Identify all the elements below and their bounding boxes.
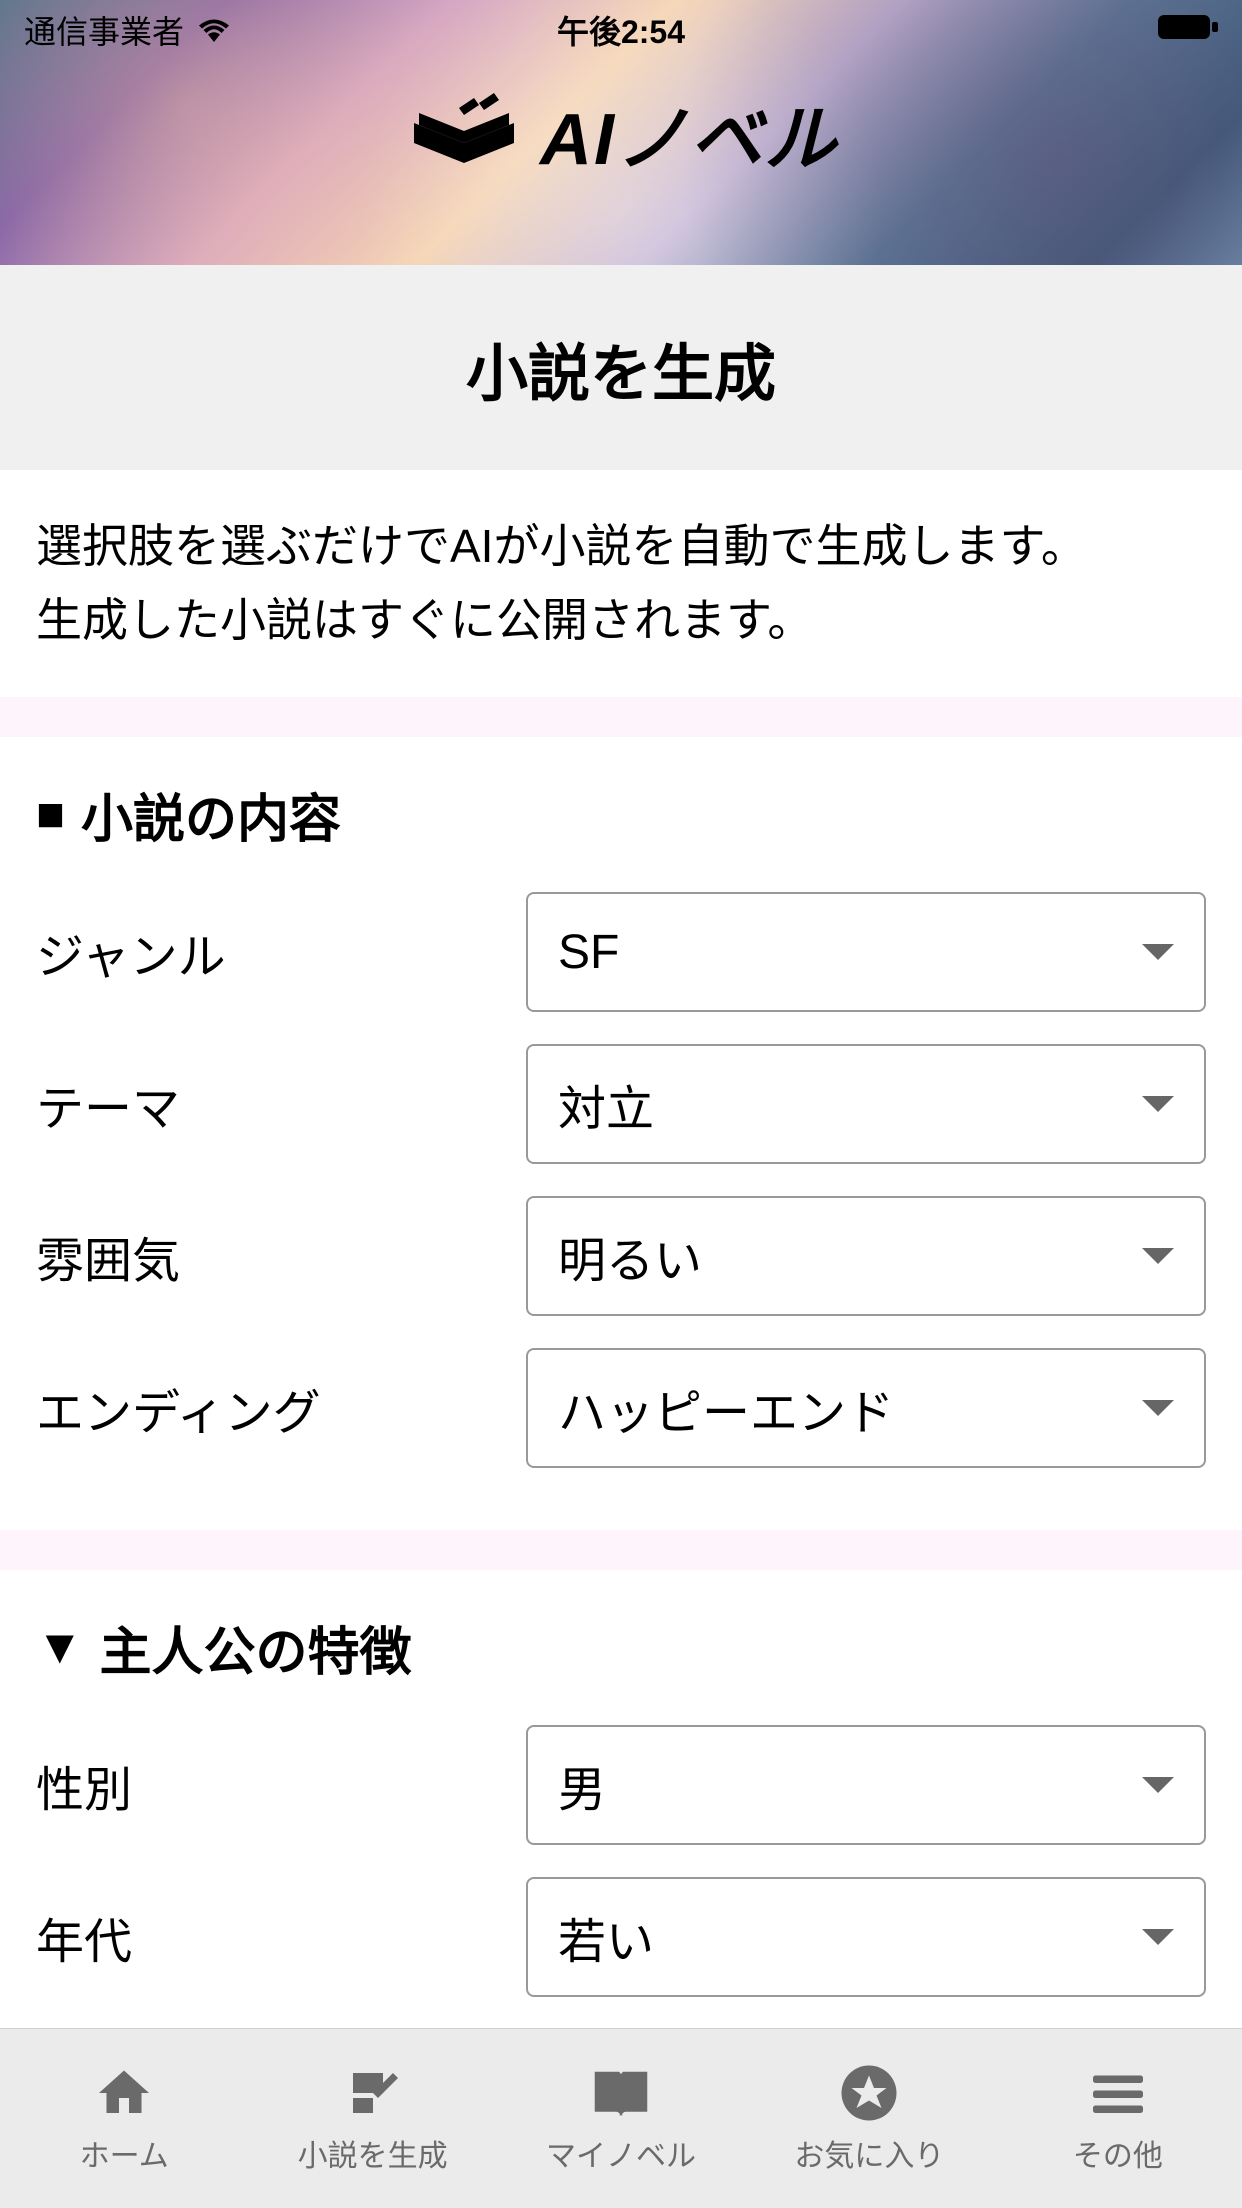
form-row-ending: エンディング ハッピーエンド [36, 1348, 1206, 1468]
nav-other[interactable]: その他 [994, 2063, 1242, 2175]
wifi-icon [196, 16, 232, 44]
page-title: 小説を生成 [0, 265, 1242, 470]
pen-book-icon [343, 2063, 403, 2123]
select-age[interactable]: 若い [526, 1877, 1206, 1997]
select-ending[interactable]: ハッピーエンド [526, 1348, 1206, 1468]
battery-icon [1158, 13, 1218, 41]
square-marker-icon: ■ [36, 787, 65, 842]
status-bar: 通信事業者 午後2:54 [0, 0, 1242, 60]
label-ending: エンディング [36, 1373, 526, 1443]
section-novel-content: ■ 小説の内容 ジャンル SF テーマ 対立 雰囲気 明るい エン [0, 737, 1242, 1530]
select-age-value: 若い [558, 1902, 654, 1972]
time-label: 午後2:54 [557, 7, 685, 53]
form-row-gender: 性別 男 [36, 1725, 1206, 1845]
nav-my-novel[interactable]: マイノベル [497, 2063, 745, 2175]
section-title-protagonist: 主人公の特徴 [100, 1610, 412, 1685]
select-theme[interactable]: 対立 [526, 1044, 1206, 1164]
label-genre: ジャンル [36, 917, 526, 987]
chevron-down-icon [1142, 1400, 1174, 1416]
label-atmosphere: 雰囲気 [36, 1221, 526, 1291]
description-line-2: 生成した小説はすぐに公開されます。 [36, 584, 1206, 658]
select-gender[interactable]: 男 [526, 1725, 1206, 1845]
section-header-protagonist: ▼ 主人公の特徴 [36, 1610, 1206, 1685]
carrier-label: 通信事業者 [24, 7, 184, 53]
home-icon [94, 2063, 154, 2123]
select-gender-value: 男 [558, 1750, 606, 1820]
label-age: 年代 [36, 1902, 526, 1972]
form-row-theme: テーマ 対立 [36, 1044, 1206, 1164]
section-separator [0, 1530, 1242, 1570]
section-protagonist: ▼ 主人公の特徴 性別 男 年代 若い [0, 1570, 1242, 2028]
label-gender: 性別 [36, 1750, 526, 1820]
chevron-down-icon [1142, 944, 1174, 960]
nav-other-label: その他 [1073, 2131, 1163, 2175]
select-genre[interactable]: SF [526, 892, 1206, 1012]
description-line-1: 選択肢を選ぶだけでAIが小説を自動で生成します。 [36, 510, 1206, 584]
nav-favorites[interactable]: お気に入り [745, 2063, 993, 2175]
nav-my-novel-label: マイノベル [546, 2131, 696, 2175]
form-row-atmosphere: 雰囲気 明るい [36, 1196, 1206, 1316]
description: 選択肢を選ぶだけでAIが小説を自動で生成します。 生成した小説はすぐに公開されま… [0, 470, 1242, 697]
nav-home-label: ホーム [80, 2131, 169, 2175]
select-theme-value: 対立 [558, 1069, 654, 1139]
nav-favorites-label: お気に入り [794, 2131, 944, 2175]
label-theme: テーマ [36, 1069, 526, 1139]
select-atmosphere-value: 明るい [558, 1221, 702, 1291]
form-row-genre: ジャンル SF [36, 892, 1206, 1012]
bottom-nav: ホーム 小説を生成 マイノベル お気に入り その他 [0, 2028, 1242, 2208]
chevron-down-icon [1142, 1096, 1174, 1112]
menu-icon [1088, 2063, 1148, 2123]
chevron-down-icon [1142, 1777, 1174, 1793]
book-logo-icon [404, 93, 524, 173]
chevron-down-icon [1142, 1929, 1174, 1945]
select-ending-value: ハッピーエンド [558, 1373, 894, 1443]
nav-home[interactable]: ホーム [0, 2063, 248, 2175]
section-separator [0, 697, 1242, 737]
select-genre-value: SF [558, 925, 619, 980]
section-header-content: ■ 小説の内容 [36, 777, 1206, 852]
star-circle-icon [839, 2063, 899, 2123]
book-open-icon [591, 2063, 651, 2123]
select-atmosphere[interactable]: 明るい [526, 1196, 1206, 1316]
triangle-marker-icon: ▼ [36, 1620, 84, 1675]
app-logo: AIノベル [404, 80, 838, 185]
chevron-down-icon [1142, 1248, 1174, 1264]
nav-generate-label: 小説を生成 [298, 2131, 448, 2175]
section-title-content: 小説の内容 [81, 777, 341, 852]
app-name: AIノベル [540, 80, 838, 185]
form-row-age: 年代 若い [36, 1877, 1206, 1997]
nav-generate[interactable]: 小説を生成 [248, 2063, 496, 2175]
